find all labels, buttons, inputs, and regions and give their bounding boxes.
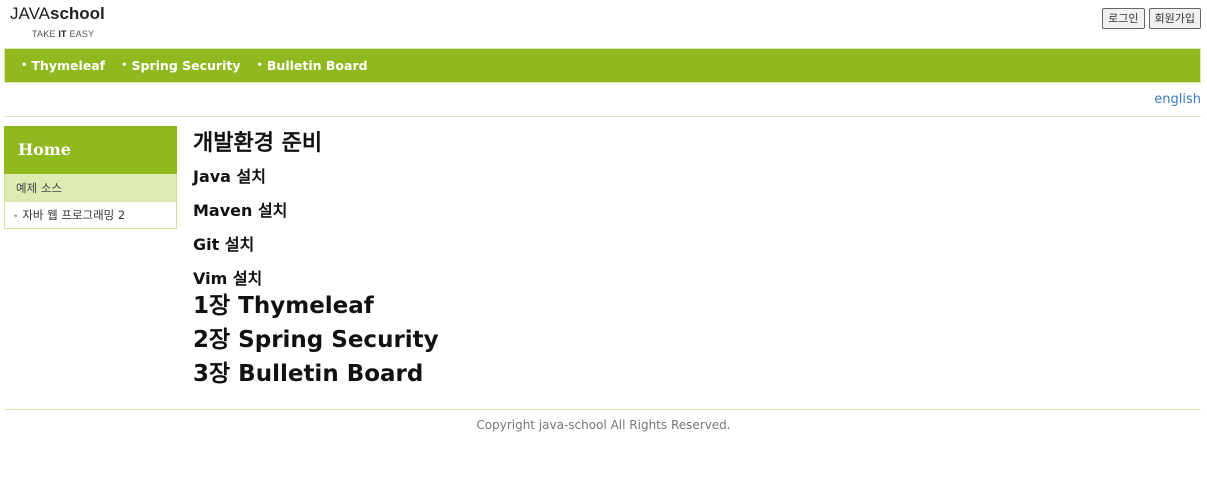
chapter-1[interactable]: 1장 Thymeleaf <box>193 289 1093 323</box>
sidebar: Home 예제 소스 • 자바 웹 프로그래밍 2 <box>4 126 177 229</box>
bullet-icon: • <box>21 60 28 71</box>
header-divider <box>4 116 1201 117</box>
chapter-2[interactable]: 2장 Spring Security <box>193 323 1093 357</box>
sidebar-item-java-web-2[interactable]: • 자바 웹 프로그래밍 2 <box>4 202 177 229</box>
tagline-post: EASY <box>66 29 95 39</box>
subsection-java[interactable]: Java 설치 <box>193 167 1093 187</box>
sidebar-home[interactable]: Home <box>4 126 177 174</box>
tagline-bold: IT <box>58 29 67 39</box>
logo-tagline: TAKE IT EASY <box>32 29 105 39</box>
auth-buttons: 로그인 회원가입 <box>1102 8 1201 29</box>
top-navigation: • Thymeleaf • Spring Security • Bulletin Bo… <box>4 48 1201 83</box>
nav-item-label: Bulletin Board <box>266 58 368 73</box>
nav-item-thymeleaf[interactable]: • Thymeleaf <box>21 58 105 73</box>
footer-divider <box>4 409 1201 410</box>
bullet-icon: • <box>13 212 19 222</box>
chapter-3[interactable]: 3장 Bulletin Board <box>193 357 1093 391</box>
language-link[interactable]: english <box>1154 92 1201 107</box>
subsection-vim[interactable]: Vim 설치 <box>193 269 1093 289</box>
tagline-pre: TAKE <box>32 29 59 39</box>
login-button[interactable]: 로그인 <box>1102 8 1145 29</box>
main-content: 개발환경 준비 Java 설치 Maven 설치 Git 설치 Vim 설치 1… <box>193 128 1093 391</box>
nav-item-label: Spring Security <box>131 58 241 73</box>
sidebar-item-label: 자바 웹 프로그래밍 2 <box>22 208 126 222</box>
logo-brand-plain: JAVA <box>10 4 50 23</box>
subsection-git[interactable]: Git 설치 <box>193 235 1093 255</box>
logo-brand-bold: school <box>50 4 105 23</box>
bullet-icon: • <box>256 60 263 71</box>
sidebar-section-title: 예제 소스 <box>4 174 177 202</box>
bullet-icon: • <box>121 60 128 71</box>
subsection-maven[interactable]: Maven 설치 <box>193 201 1093 221</box>
page-title: 개발환경 준비 <box>193 131 323 156</box>
signup-button[interactable]: 회원가입 <box>1148 8 1201 29</box>
nav-item-spring-security[interactable]: • Spring Security <box>121 58 240 73</box>
logo-brand: JAVAschool <box>10 4 105 24</box>
nav-item-label: Thymeleaf <box>31 58 106 73</box>
nav-item-bulletin-board[interactable]: • Bulletin Board <box>257 58 368 73</box>
footer-copyright: Copyright java-school All Rights Reserve… <box>476 418 731 432</box>
site-logo[interactable]: JAVAschool TAKE IT EASY <box>10 4 105 39</box>
